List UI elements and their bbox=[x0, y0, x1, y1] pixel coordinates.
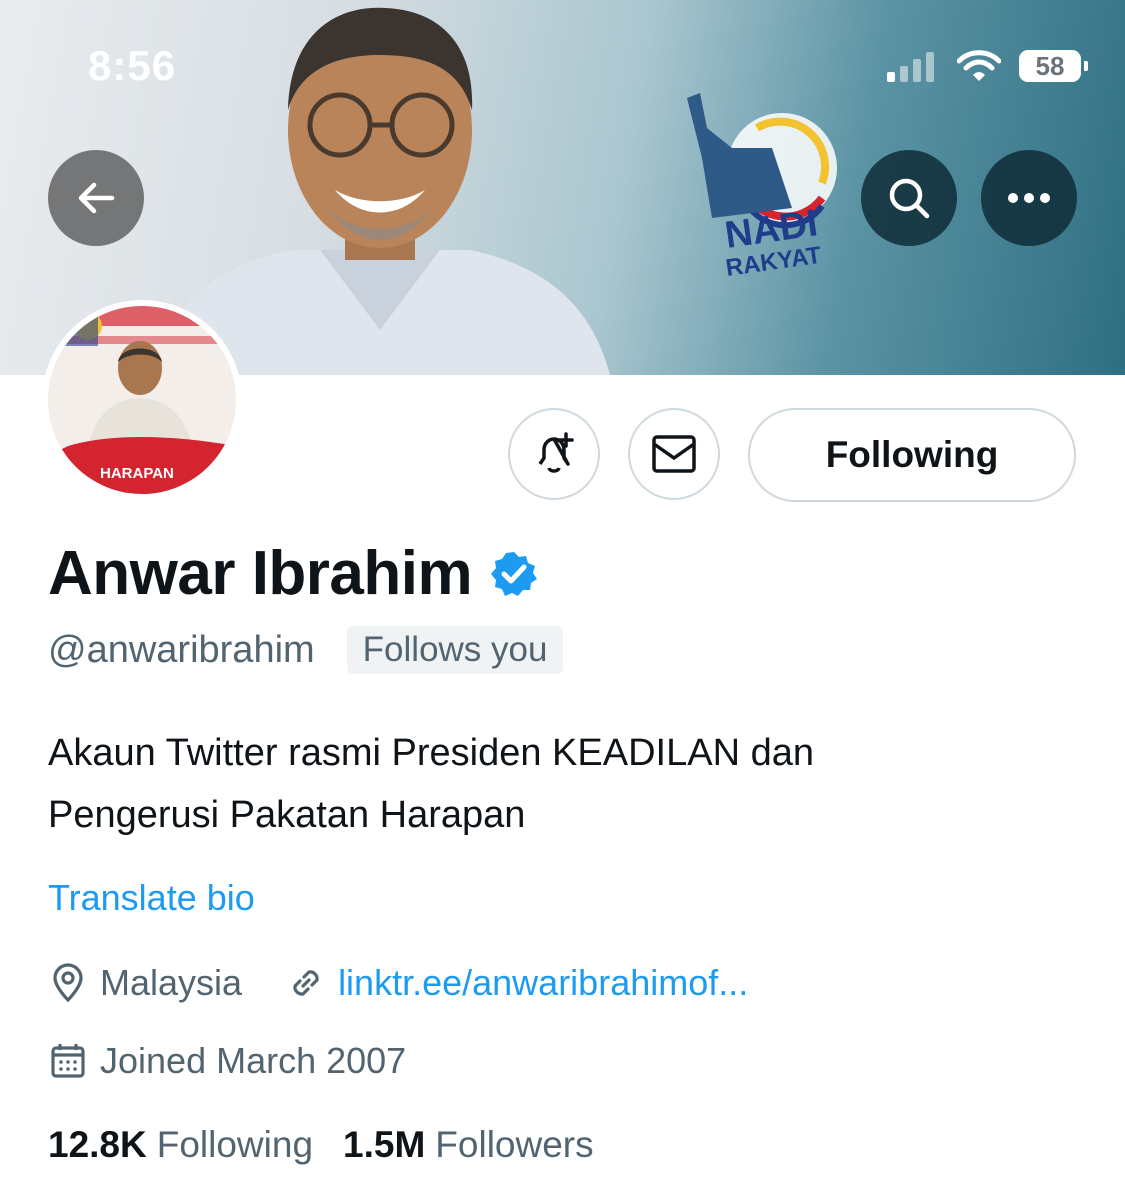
banner-portrait bbox=[150, 7, 610, 375]
calendar-icon bbox=[51, 1044, 85, 1078]
status-icons: 58 bbox=[887, 50, 1088, 82]
following-count: 12.8K bbox=[48, 1124, 147, 1165]
bio-line-2: Pengerusi Pakatan Harapan bbox=[48, 794, 526, 836]
status-time: 8:56 bbox=[88, 42, 177, 89]
more-options-button[interactable] bbox=[981, 150, 1077, 246]
verified-badge-icon bbox=[491, 551, 538, 596]
avatar-caption: HARAPAN bbox=[100, 465, 174, 482]
back-button[interactable] bbox=[48, 150, 144, 246]
signal-icon bbox=[887, 52, 934, 82]
profile-avatar[interactable]: HARAPAN bbox=[42, 300, 242, 500]
message-button[interactable] bbox=[628, 408, 720, 500]
followers-stat[interactable]: 1.5M Followers bbox=[343, 1124, 594, 1166]
website-link[interactable]: linktr.ee/anwaribrahimof... bbox=[338, 962, 748, 1004]
website[interactable]: linktr.ee/anwaribrahimof... bbox=[286, 962, 748, 1004]
notifications-button[interactable] bbox=[508, 408, 600, 500]
followers-count: 1.5M bbox=[343, 1124, 426, 1165]
search-button[interactable] bbox=[861, 150, 957, 246]
mail-icon bbox=[652, 435, 696, 473]
location-pin-icon bbox=[53, 963, 83, 1003]
meta-row-location-link: Malaysia linktr.ee/anwaribrahimof... bbox=[48, 962, 748, 1004]
follows-you-badge: Follows you bbox=[346, 626, 564, 674]
joined-text: Joined March 2007 bbox=[100, 1040, 407, 1081]
bio-line-1: Akaun Twitter rasmi Presiden KEADILAN da… bbox=[48, 732, 814, 774]
follow-stats: 12.8K Following 1.5M Followers bbox=[48, 1124, 594, 1166]
link-icon bbox=[293, 970, 319, 996]
location: Malaysia bbox=[48, 962, 242, 1004]
display-name: Anwar Ibrahim bbox=[48, 539, 473, 608]
wifi-icon bbox=[957, 50, 1001, 81]
handle-row: @anwaribrahim Follows you bbox=[48, 626, 564, 674]
user-handle: @anwaribrahim bbox=[48, 628, 315, 671]
avatar-image: HARAPAN bbox=[48, 306, 236, 494]
bio: Akaun Twitter rasmi Presiden KEADILAN da… bbox=[48, 722, 1048, 846]
more-icon bbox=[1008, 193, 1050, 203]
location-text: Malaysia bbox=[100, 962, 243, 1003]
followers-label: Followers bbox=[435, 1124, 594, 1165]
meta-row-joined: Joined March 2007 bbox=[48, 1040, 406, 1082]
joined-date: Joined March 2007 bbox=[48, 1040, 406, 1082]
battery-indicator: 58 bbox=[1019, 50, 1088, 82]
translate-bio-link[interactable]: Translate bio bbox=[48, 877, 255, 919]
following-stat[interactable]: 12.8K Following bbox=[48, 1124, 313, 1166]
search-icon bbox=[889, 178, 930, 219]
bell-plus-icon bbox=[538, 432, 574, 473]
back-arrow-icon bbox=[78, 182, 115, 214]
following-button[interactable]: Following bbox=[748, 408, 1076, 502]
nadi-rakyat-logo: NADI RAKYAT bbox=[687, 93, 837, 282]
name-row: Anwar Ibrahim bbox=[48, 538, 538, 609]
following-label: Following bbox=[156, 1124, 314, 1165]
